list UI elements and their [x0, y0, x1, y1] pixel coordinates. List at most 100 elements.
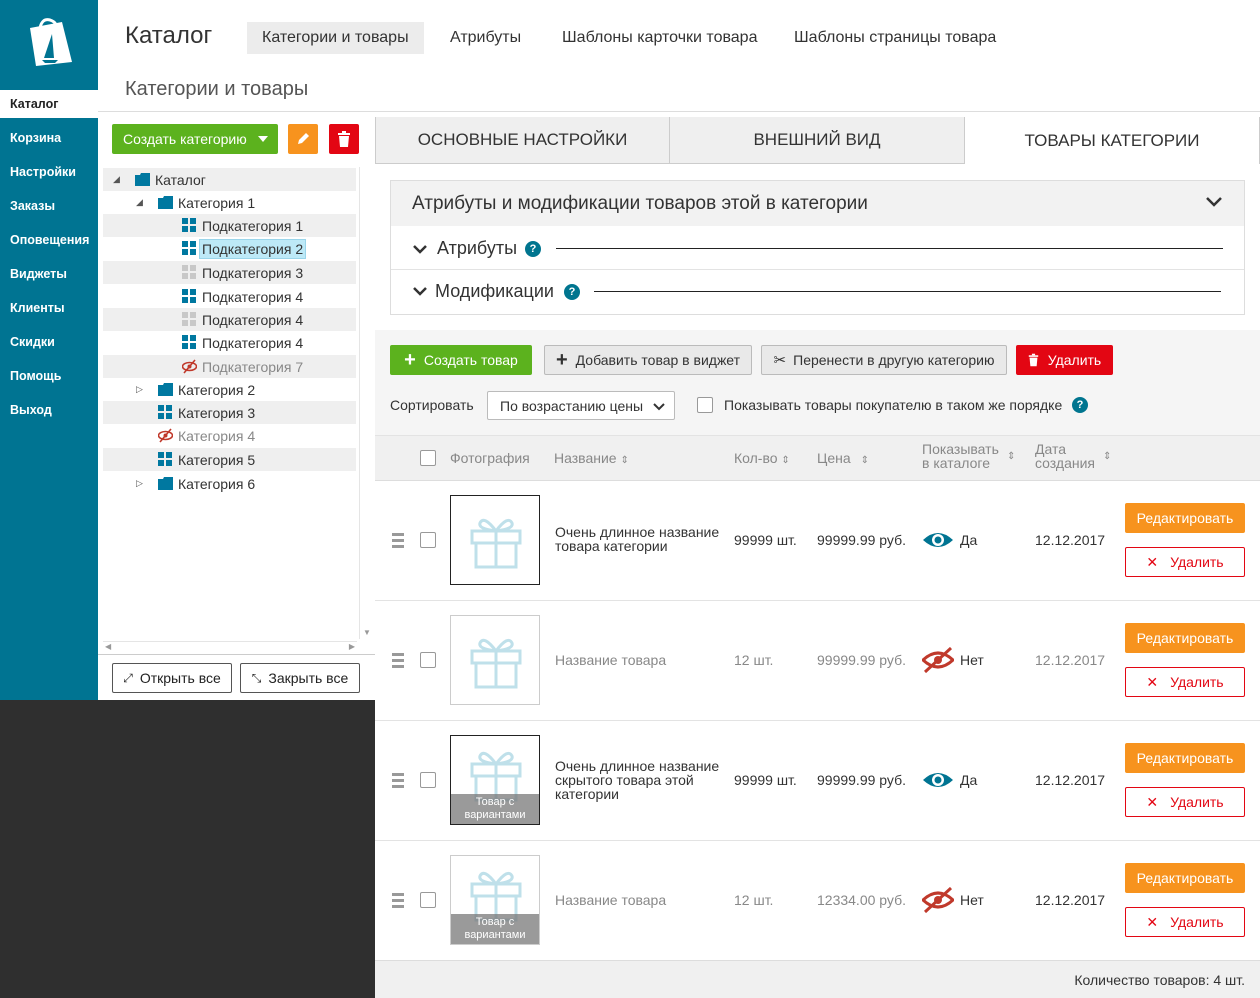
shopping-bag-logo-icon[interactable]: [22, 14, 76, 68]
scroll-right-icon[interactable]: ▶: [349, 642, 355, 651]
tree-item-category-5[interactable]: Категория 5: [103, 448, 356, 471]
tree-vertical-scrollbar[interactable]: ▼: [359, 167, 373, 639]
tree-horizontal-scrollbar[interactable]: ◀ ▶: [103, 641, 357, 654]
create-product-button[interactable]: + Создать товар: [390, 345, 532, 375]
scroll-down-icon[interactable]: ▼: [363, 628, 371, 637]
edit-button[interactable]: Редактировать: [1125, 863, 1245, 893]
tree-item-subcategory-2[interactable]: Подкатегория 2: [103, 237, 356, 260]
product-photo[interactable]: Товар с вариантами: [450, 855, 540, 945]
edit-category-button[interactable]: [288, 124, 318, 154]
nav-settings[interactable]: Настройки: [0, 158, 98, 186]
chevron-down-icon[interactable]: [1206, 197, 1222, 207]
help-icon[interactable]: ?: [564, 284, 580, 300]
same-order-checkbox[interactable]: [697, 397, 713, 413]
create-category-button[interactable]: Создать категорию: [112, 124, 278, 154]
product-name[interactable]: Очень длинное название скрытого товара э…: [555, 759, 725, 801]
edit-button[interactable]: Редактировать: [1125, 623, 1245, 653]
move-category-button[interactable]: ✂ Перенести в другую категорию: [761, 345, 1007, 375]
chevron-down-icon: [258, 136, 268, 142]
tab-category-products[interactable]: ТОВАРЫ КАТЕГОРИИ: [965, 117, 1260, 164]
nav-clients[interactable]: Клиенты: [0, 294, 98, 322]
chevron-down-icon[interactable]: [413, 245, 427, 254]
header-qty[interactable]: Кол-во ⇕: [734, 450, 790, 466]
row-checkbox[interactable]: [420, 652, 436, 668]
nav-logout[interactable]: Выход: [0, 396, 98, 424]
product-photo[interactable]: [450, 495, 540, 585]
header-show-in-catalog[interactable]: Показывать в каталоге: [922, 442, 999, 470]
product-photo[interactable]: Товар с вариантами: [450, 735, 540, 825]
hidden-eye-icon[interactable]: [922, 647, 954, 673]
drag-handle-icon[interactable]: [392, 653, 404, 671]
row-checkbox[interactable]: [420, 772, 436, 788]
scroll-left-icon[interactable]: ◀: [105, 642, 111, 651]
drag-handle-icon[interactable]: [392, 773, 404, 791]
row-checkbox[interactable]: [420, 892, 436, 908]
nav-orders[interactable]: Заказы: [0, 192, 98, 220]
tree-item-subcategory-4[interactable]: Подкатегория 4: [103, 285, 356, 308]
delete-button[interactable]: ✕ Удалить: [1125, 907, 1245, 937]
select-all-checkbox[interactable]: [420, 450, 436, 466]
delete-button[interactable]: ✕ Удалить: [1125, 547, 1245, 577]
expand-arrow-icon[interactable]: ▷: [136, 384, 143, 395]
open-all-button[interactable]: ⤢ Открыть все: [112, 663, 232, 693]
eye-icon[interactable]: [922, 770, 954, 790]
nav-discounts[interactable]: Скидки: [0, 328, 98, 356]
tree-item-category-3[interactable]: Категория 3: [103, 401, 356, 424]
attributes-row[interactable]: Атрибуты ?: [391, 227, 1244, 270]
modifications-row[interactable]: Модификации ?: [391, 271, 1244, 314]
sort-select[interactable]: По возрастанию цены: [487, 391, 675, 420]
delete-products-button[interactable]: Удалить: [1016, 345, 1113, 375]
tab-categories-products[interactable]: Категории и товары: [247, 22, 424, 54]
eye-icon[interactable]: [922, 530, 954, 550]
delete-button[interactable]: ✕ Удалить: [1125, 667, 1245, 697]
delete-button[interactable]: ✕ Удалить: [1125, 787, 1245, 817]
tab-attributes[interactable]: Атрибуты: [435, 22, 536, 54]
header-name[interactable]: Название ⇕: [554, 450, 629, 466]
collapse-arrow-icon[interactable]: ◢: [113, 174, 120, 185]
tab-card-templates[interactable]: Шаблоны карточки товара: [547, 22, 772, 54]
drag-handle-icon[interactable]: [392, 533, 404, 551]
nav-cart[interactable]: Корзина: [0, 124, 98, 152]
nav-widgets[interactable]: Виджеты: [0, 260, 98, 288]
tree-item-catalog[interactable]: ◢ Каталог: [103, 168, 356, 191]
chevron-down-icon[interactable]: [413, 287, 427, 296]
product-name[interactable]: Название товара: [555, 652, 666, 668]
tree-item-category-2[interactable]: ▷ Категория 2: [103, 378, 356, 401]
edit-button[interactable]: Редактировать: [1125, 503, 1245, 533]
tab-main-settings[interactable]: ОСНОВНЫЕ НАСТРОЙКИ: [375, 117, 670, 164]
nav-catalog[interactable]: Каталог: [0, 90, 98, 118]
nav-notifications[interactable]: Оповещения: [0, 226, 98, 254]
nav-help[interactable]: Помощь: [0, 362, 98, 390]
tree-item-category-4[interactable]: Категория 4: [103, 424, 356, 447]
collapse-arrow-icon[interactable]: ◢: [136, 197, 143, 208]
tree-item-subcategory-3[interactable]: Подкатегория 3: [103, 261, 356, 284]
tree-item-category-6[interactable]: ▷ Категория 6: [103, 472, 356, 495]
attributes-divider-line: [556, 248, 1223, 249]
hidden-eye-icon[interactable]: [922, 887, 954, 913]
delete-category-button[interactable]: [329, 124, 359, 154]
tree-item-subcategory-4c[interactable]: Подкатегория 4: [103, 331, 356, 354]
product-name[interactable]: Название товара: [555, 892, 666, 908]
expand-arrow-icon[interactable]: ▷: [136, 478, 143, 489]
grid-gray-icon: [182, 265, 196, 279]
tab-appearance[interactable]: ВНЕШНИЙ ВИД: [670, 117, 965, 164]
tree-item-subcategory-4b[interactable]: Подкатегория 4: [103, 308, 356, 331]
close-all-button[interactable]: ⤡ Закрыть все: [240, 663, 360, 693]
tab-page-templates[interactable]: Шаблоны страницы товара: [779, 22, 1011, 54]
add-to-widget-button[interactable]: + Добавить товар в виджет: [544, 345, 752, 375]
product-name[interactable]: Очень длинное название товара категории: [555, 525, 725, 553]
tree-item-subcategory-1[interactable]: Подкатегория 1: [103, 214, 356, 237]
row-checkbox[interactable]: [420, 532, 436, 548]
sort-icon[interactable]: ⇕: [1103, 451, 1111, 462]
attributes-panel-header[interactable]: Атрибуты и модификации товаров этой в ка…: [391, 181, 1244, 226]
sort-icon[interactable]: ⇕: [1007, 451, 1015, 462]
product-photo[interactable]: [450, 615, 540, 705]
edit-button[interactable]: Редактировать: [1125, 743, 1245, 773]
tree-item-category-1[interactable]: ◢ Категория 1: [103, 191, 356, 214]
help-icon[interactable]: ?: [525, 241, 541, 257]
drag-handle-icon[interactable]: [392, 893, 404, 911]
header-created-date[interactable]: Дата создания: [1035, 442, 1095, 470]
help-icon[interactable]: ?: [1072, 397, 1088, 413]
header-price[interactable]: Цена ⇕: [817, 450, 869, 466]
tree-item-subcategory-7[interactable]: Подкатегория 7: [103, 355, 356, 378]
